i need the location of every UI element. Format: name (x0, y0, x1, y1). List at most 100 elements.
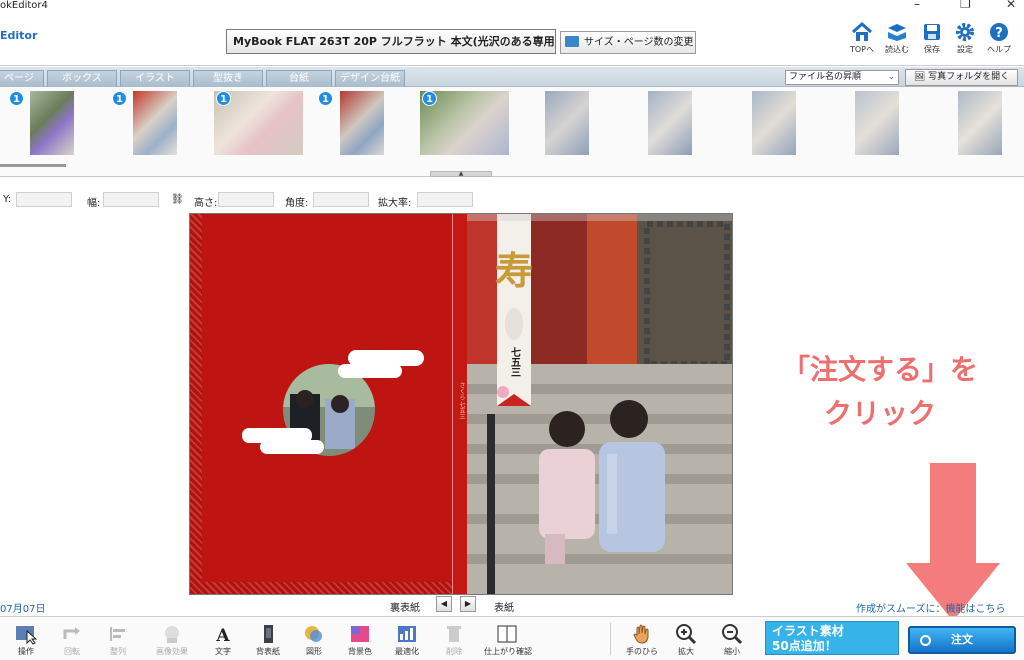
book-icon (497, 625, 517, 643)
book-name-field: MyBook FLAT 263T 20P フルフラット 本文(光沢のある専用紙) (226, 29, 556, 54)
operate-label: 操作 (18, 647, 34, 656)
optimize-tool[interactable]: 最適化 (387, 621, 427, 660)
cover-canvas[interactable]: さくら 七五三 寿 七五三 (189, 213, 733, 595)
photo-thumbnail[interactable] (133, 91, 177, 155)
back-cover-label: 裏表紙 (390, 603, 420, 614)
zoom-in-tool[interactable]: 拡大 (666, 621, 706, 660)
spine-text: さくら 七五三 (458, 382, 465, 420)
load-icon (888, 24, 906, 41)
size-page-button[interactable]: サイズ・ページ数の変更 (560, 31, 696, 54)
width-label: 幅: (87, 198, 101, 209)
help-button[interactable]: ? ヘルプ (982, 22, 1016, 66)
smooth-hint-text-2: 機能はこちら (945, 604, 1006, 615)
back-cover[interactable] (190, 214, 467, 595)
load-button[interactable]: 読込む (880, 22, 914, 66)
photo-thumbnail[interactable] (752, 91, 796, 155)
photo-thumbnail[interactable] (30, 91, 74, 155)
sort-select-value: ファイル名の昇順 (789, 72, 862, 82)
svg-text:A: A (215, 626, 230, 645)
save-icon (924, 24, 940, 40)
tab-diecut[interactable]: 型抜き (193, 70, 263, 87)
link-icon[interactable]: ⛓ (171, 194, 184, 205)
rotate-label: 回転 (64, 647, 80, 656)
photo-thumbnail[interactable] (340, 91, 384, 155)
strip-scrollbar[interactable] (0, 164, 66, 167)
rotate-icon (63, 627, 80, 639)
top-button[interactable]: TOPへ (845, 22, 879, 66)
zoom-in-icon (676, 624, 697, 645)
operate-tool[interactable]: 操作 (6, 621, 46, 660)
sort-select[interactable]: ファイル名の昇順 ⌄ (785, 70, 899, 85)
open-folder-label: 写真フォルダを開く (928, 72, 1010, 82)
y-field[interactable] (16, 192, 72, 207)
next-page-button[interactable]: ▶ (460, 596, 476, 612)
illust-promo-banner[interactable]: イラスト素材 50点追加！ (765, 621, 899, 655)
usage-badge: 1 (9, 91, 24, 106)
usage-badge: 1 (216, 91, 231, 106)
strip-collapse-handle[interactable]: ▲ (430, 171, 492, 177)
photo-thumbnail[interactable] (958, 91, 1002, 155)
zoom-out-tool[interactable]: 縮小 (712, 621, 752, 660)
photo-thumbnail[interactable] (545, 91, 589, 155)
order-icon (920, 635, 931, 646)
image-effect-tool[interactable]: 画像効果 (152, 621, 192, 660)
angle-label: 角度: (285, 198, 309, 209)
maximize-button[interactable]: ❐ (960, 0, 971, 10)
delete-label: 削除 (446, 647, 462, 656)
text-tool[interactable]: A 文字 (203, 621, 243, 660)
top-label: TOPへ (849, 45, 874, 54)
load-label: 読込む (885, 45, 909, 54)
smooth-hint-link[interactable]: 作成がスムーズに：機能はこちら (856, 600, 1006, 615)
save-button[interactable]: 保存 (915, 22, 949, 66)
hand-tool[interactable]: 手のひら (622, 621, 662, 660)
hand-label: 手のひら (626, 647, 658, 656)
prev-page-button[interactable]: ◀ (436, 596, 452, 612)
tab-mount[interactable]: 台紙 (266, 70, 332, 87)
shape-tool[interactable]: 図形 (294, 621, 334, 660)
toolbar-separator (610, 623, 611, 655)
align-tool[interactable]: 整列 (98, 621, 138, 660)
usage-badge: 1 (318, 91, 333, 106)
tab-page[interactable]: ページ (0, 70, 44, 87)
angle-field[interactable] (313, 192, 369, 207)
instruction-overlay: 「注文する」を クリック (760, 348, 1000, 436)
usage-badge: 1 (422, 91, 437, 106)
category-tabs: ページ ボックス イラスト 型抜き 台紙 デザイン台紙 ファイル名の昇順 ⌄ 🖼 … (0, 67, 1024, 87)
height-label: 高さ: (194, 198, 218, 209)
preview-tool[interactable]: 仕上がり確認 (484, 621, 532, 660)
zoom-out-icon (722, 624, 743, 645)
spine-tool[interactable]: 背表紙 (248, 621, 288, 660)
tab-design-mount[interactable]: デザイン台紙 (335, 70, 405, 87)
front-cover[interactable]: 寿 七五三 (467, 214, 732, 594)
home-icon (852, 22, 872, 41)
zoom-out-label: 縮小 (724, 647, 740, 656)
text-label: 文字 (215, 647, 231, 656)
cloud-photo-frame[interactable] (190, 214, 467, 595)
width-field[interactable] (103, 192, 159, 207)
settings-button[interactable]: 設定 (948, 22, 982, 66)
help-label: ヘルプ (987, 45, 1011, 54)
bottom-toolbar: 操作 回転 整列 画像効果 A 文字 背表紙 図形 背景色 最適化 削除 仕上がり… (0, 616, 1024, 660)
optimize-icon (398, 626, 416, 642)
height-field[interactable] (218, 192, 274, 207)
close-button[interactable]: ✕ (1006, 0, 1016, 10)
photo-thumbnail[interactable] (648, 91, 692, 155)
rotate-tool[interactable]: 回転 (52, 621, 92, 660)
hand-icon (633, 624, 649, 644)
delete-tool[interactable]: 削除 (434, 621, 474, 660)
date-text: 07月07日 (0, 604, 46, 615)
tab-box[interactable]: ボックス (47, 70, 117, 87)
minimize-button[interactable]: – (914, 0, 920, 10)
tab-illust[interactable]: イラスト (120, 70, 190, 87)
open-folder-button[interactable]: 🖼 写真フォルダを開く (905, 69, 1018, 86)
banner-top-text: 寿 (495, 248, 533, 293)
photo-strip: 1 1 1 1 1 ▲ (0, 87, 1024, 177)
bg-color-tool[interactable]: 背景色 (340, 621, 380, 660)
zoom-field[interactable] (417, 192, 473, 207)
promo-line-2: 50点追加！ (772, 639, 837, 653)
align-label: 整列 (110, 647, 126, 656)
photo-thumbnail[interactable] (855, 91, 899, 155)
order-button[interactable]: 注文 (908, 626, 1016, 654)
zoom-in-label: 拡大 (678, 647, 694, 656)
zoom-label: 拡大率: (378, 198, 412, 209)
